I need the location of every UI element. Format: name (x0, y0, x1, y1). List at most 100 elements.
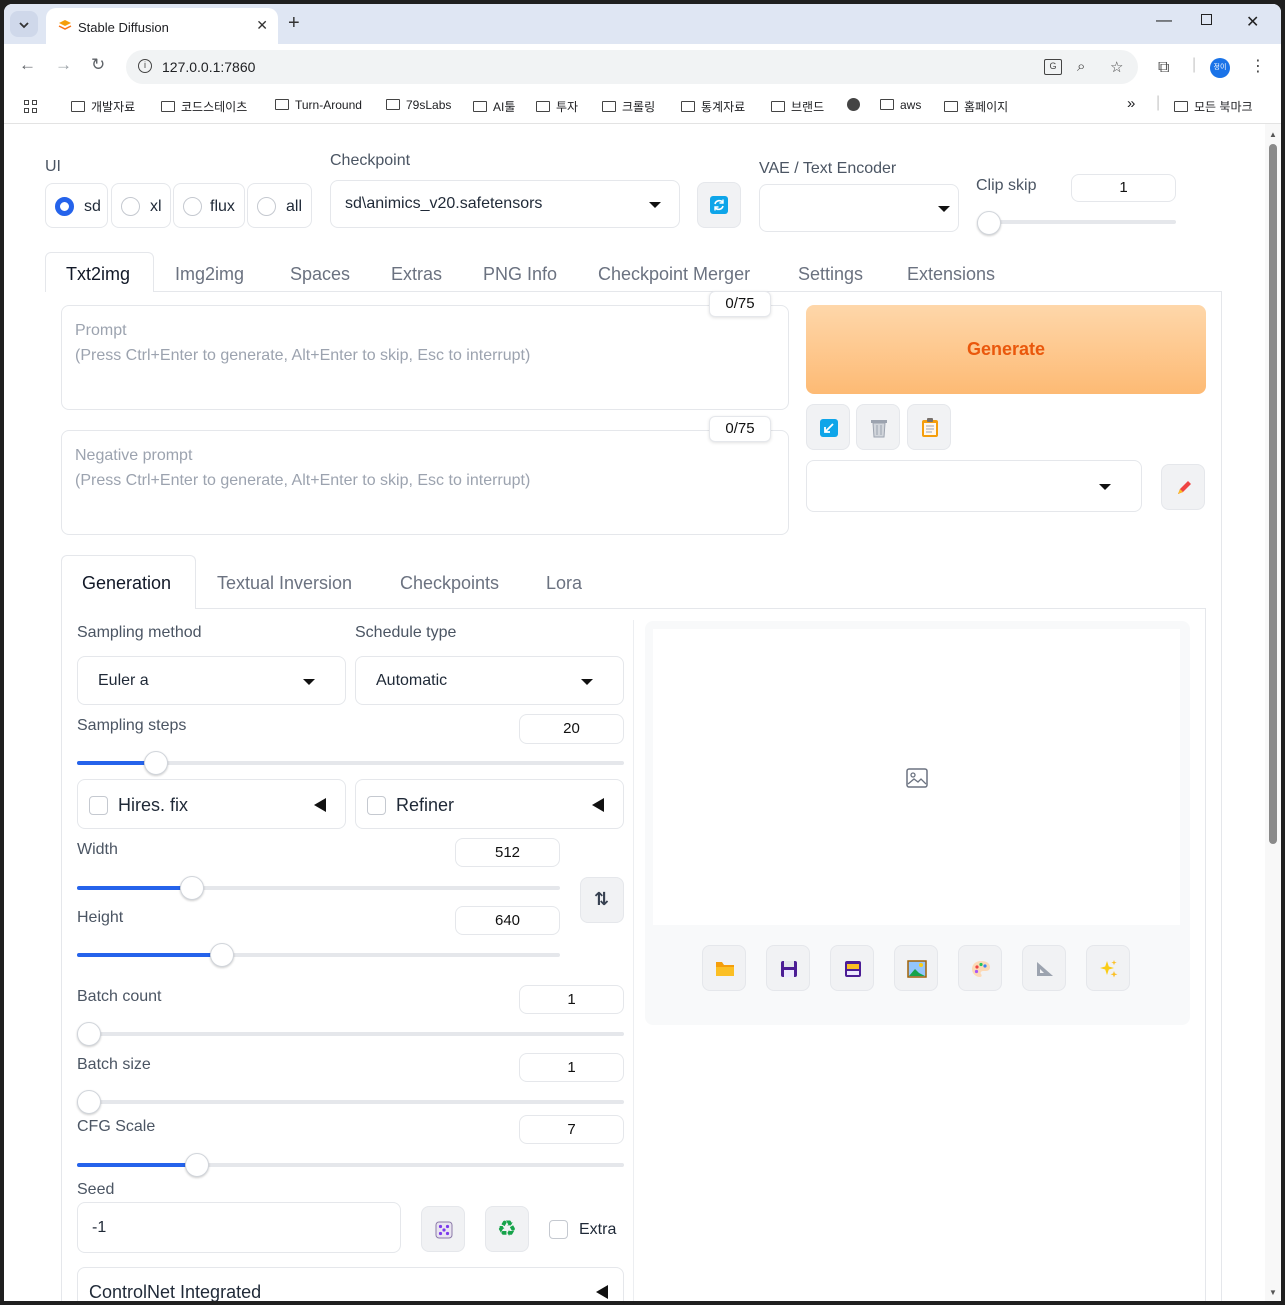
refiner-accordion[interactable]: Refiner (355, 779, 624, 829)
close-window-icon[interactable]: ✕ (1246, 12, 1259, 32)
back-icon[interactable]: ← (19, 55, 36, 75)
page-scrollbar[interactable]: ▲ ▼ (1265, 124, 1281, 1301)
bookmark-folder[interactable]: 개발자료 (71, 98, 135, 115)
all-bookmarks-folder[interactable]: 모든 북마크 (1174, 98, 1253, 115)
tab-spaces[interactable]: Spaces (290, 264, 350, 285)
random-seed-button[interactable] (421, 1206, 465, 1252)
clip-skip-slider-track[interactable] (977, 220, 1176, 224)
minimize-icon[interactable]: — (1156, 12, 1172, 30)
generate-button[interactable]: Generate (806, 305, 1206, 394)
vae-dropdown[interactable] (759, 184, 959, 232)
save-button[interactable] (766, 945, 810, 991)
width-slider-thumb[interactable] (180, 876, 204, 900)
bookmark-folder[interactable]: 79sLabs (386, 98, 451, 112)
cfg-scale-input[interactable]: 7 (519, 1115, 624, 1144)
checkpoint-dropdown[interactable]: sd\animics_v20.safetensors (330, 180, 680, 228)
height-input[interactable]: 640 (455, 906, 560, 935)
bookmark-star-icon[interactable]: ☆ (1110, 58, 1123, 76)
clear-prompt-button[interactable] (856, 404, 900, 450)
hires-fix-accordion[interactable]: Hires. fix (77, 779, 346, 829)
profile-avatar[interactable]: 정이 (1210, 58, 1230, 78)
bookmark-folder[interactable]: AI툴 (473, 98, 515, 115)
height-slider-thumb[interactable] (210, 943, 234, 967)
subtab-generation[interactable]: Generation (82, 573, 171, 594)
controlnet-accordion[interactable]: ControlNet Integrated (77, 1267, 624, 1301)
paste-style-button[interactable] (907, 404, 951, 450)
send-to-inpaint-button[interactable] (958, 945, 1002, 991)
tab-png-info[interactable]: PNG Info (483, 264, 557, 285)
tab-txt2img[interactable]: Txt2img (66, 264, 130, 285)
bookmark-folder[interactable]: 투자 (536, 98, 578, 115)
extra-seed-checkbox[interactable] (549, 1220, 568, 1239)
edit-styles-button[interactable] (1161, 464, 1205, 510)
maximize-icon[interactable] (1201, 14, 1212, 25)
ui-radio-xl[interactable]: xl (111, 183, 171, 228)
address-bar[interactable]: i 127.0.0.1:7860 G ⌕ ☆ (126, 50, 1138, 84)
subtab-checkpoints[interactable]: Checkpoints (400, 573, 499, 594)
browser-tab[interactable]: Stable Diffusion ✕ (46, 8, 278, 44)
save-zip-button[interactable] (830, 945, 874, 991)
styles-dropdown[interactable] (806, 460, 1142, 512)
more-bookmarks-button[interactable]: » (1127, 95, 1135, 112)
width-input[interactable]: 512 (455, 838, 560, 867)
prompt-textarea[interactable]: Prompt (Press Ctrl+Enter to generate, Al… (61, 305, 789, 410)
tab-extensions[interactable]: Extensions (907, 264, 995, 285)
reload-icon[interactable]: ↻ (91, 55, 105, 75)
scrollbar-thumb[interactable] (1269, 144, 1277, 844)
tab-img2img[interactable]: Img2img (175, 264, 244, 285)
cfg-scale-slider-thumb[interactable] (185, 1153, 209, 1177)
send-to-extras-button[interactable] (1022, 945, 1066, 991)
new-tab-button[interactable]: + (288, 12, 300, 35)
scroll-down-icon[interactable]: ▼ (1269, 1288, 1277, 1297)
schedule-type-dropdown[interactable]: Automatic (355, 656, 624, 705)
negative-prompt-textarea[interactable]: Negative prompt (Press Ctrl+Enter to gen… (61, 430, 789, 535)
tab-search-button[interactable] (10, 11, 38, 37)
bookmark-folder[interactable]: Turn-Around (275, 98, 362, 112)
bookmark-folder[interactable]: 코드스테이츠 (161, 98, 247, 115)
ui-radio-all[interactable]: all (247, 183, 312, 228)
ui-radio-sd[interactable]: sd (45, 183, 108, 228)
read-params-button[interactable] (806, 404, 850, 450)
refresh-checkpoint-button[interactable] (697, 182, 741, 228)
menu-kebab-icon[interactable]: ⋮ (1250, 56, 1266, 76)
subtab-lora[interactable]: Lora (546, 573, 582, 594)
bookmark-folder[interactable]: 브랜드 (771, 98, 824, 115)
subtab-textual-inversion[interactable]: Textual Inversion (217, 573, 352, 594)
extensions-icon[interactable]: ⧉ (1158, 59, 1169, 77)
batch-count-slider-thumb[interactable] (77, 1022, 101, 1046)
send-to-img2img-button[interactable] (894, 945, 938, 991)
seed-input[interactable]: -1 (77, 1202, 401, 1253)
scroll-up-icon[interactable]: ▲ (1269, 130, 1277, 139)
sampling-steps-input[interactable]: 20 (519, 714, 624, 744)
batch-size-slider-track[interactable] (77, 1100, 624, 1104)
apps-grid-icon[interactable] (24, 100, 38, 114)
sampling-steps-slider-thumb[interactable] (144, 751, 168, 775)
swap-dimensions-button[interactable]: ⇅ (580, 877, 624, 923)
refiner-checkbox[interactable] (367, 796, 386, 815)
ui-radio-flux[interactable]: flux (173, 183, 245, 228)
forward-icon[interactable]: → (55, 55, 72, 75)
tab-checkpoint-merger[interactable]: Checkpoint Merger (598, 264, 750, 285)
bookmark-folder[interactable]: 통계자료 (681, 98, 745, 115)
tab-extras[interactable]: Extras (391, 264, 442, 285)
batch-count-slider-track[interactable] (77, 1032, 624, 1036)
close-tab-icon[interactable]: ✕ (256, 17, 268, 34)
upscale-button[interactable] (1086, 945, 1130, 991)
bookmark-folder[interactable]: 크롤링 (602, 98, 655, 115)
zoom-icon[interactable]: ⌕ (1077, 58, 1085, 75)
tab-settings[interactable]: Settings (798, 264, 863, 285)
bookmark-folder[interactable]: 홈페이지 (944, 98, 1008, 115)
batch-size-input[interactable]: 1 (519, 1053, 624, 1082)
sampling-method-dropdown[interactable]: Euler a (77, 656, 346, 705)
bookmark-globe[interactable] (847, 98, 860, 112)
batch-size-slider-thumb[interactable] (77, 1090, 101, 1114)
translate-icon[interactable]: G (1044, 59, 1062, 75)
bookmark-folder[interactable]: aws (880, 98, 921, 112)
clip-skip-slider-thumb[interactable] (977, 211, 1001, 235)
hires-fix-checkbox[interactable] (89, 796, 108, 815)
site-info-icon[interactable]: i (138, 59, 152, 73)
reuse-seed-button[interactable]: ♻ (485, 1206, 529, 1252)
clip-skip-input[interactable]: 1 (1071, 174, 1176, 202)
batch-count-input[interactable]: 1 (519, 985, 624, 1014)
open-folder-button[interactable] (702, 945, 746, 991)
